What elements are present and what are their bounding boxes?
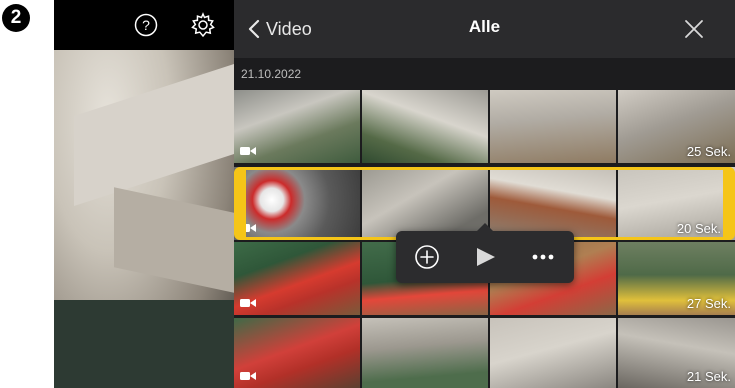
video-thumbnail[interactable] — [490, 90, 616, 163]
preview-panel: ? — [54, 0, 234, 388]
video-camera-icon — [240, 147, 256, 155]
video-thumbnail[interactable] — [362, 318, 488, 388]
video-browser: Video Alle 21.10.2022 25 Sek. 20 Sek. 27… — [234, 0, 735, 388]
video-thumbnail[interactable] — [234, 318, 360, 388]
video-duration: 27 Sek. — [686, 296, 731, 311]
add-circle-icon[interactable] — [414, 244, 440, 270]
preview-toolbar: ? — [54, 0, 234, 50]
video-thumbnail[interactable] — [362, 90, 488, 163]
video-thumbnail-selected[interactable]: 20 Sek. — [618, 167, 735, 240]
video-camera-icon — [240, 224, 256, 232]
date-section-header: 21.10.2022 — [234, 58, 735, 90]
video-thumbnail[interactable]: 27 Sek. — [618, 242, 735, 315]
svg-text:?: ? — [142, 17, 150, 33]
video-thumbnail[interactable] — [490, 318, 616, 388]
video-camera-icon — [240, 372, 256, 380]
gear-icon[interactable] — [190, 12, 216, 38]
clip-action-bar — [396, 223, 574, 283]
video-thumbnail-selected[interactable] — [234, 167, 360, 240]
close-icon[interactable] — [683, 18, 705, 40]
video-duration: 21 Sek. — [686, 369, 731, 384]
help-circle-icon[interactable]: ? — [134, 13, 158, 37]
video-camera-icon — [240, 299, 256, 307]
nav-bar: Video Alle — [234, 0, 735, 58]
date-label: 21.10.2022 — [241, 67, 302, 81]
video-duration: 25 Sek. — [686, 144, 731, 159]
play-icon[interactable] — [472, 244, 498, 270]
video-preview — [54, 50, 234, 388]
video-thumbnail[interactable]: 25 Sek. — [618, 90, 735, 163]
more-icon[interactable] — [530, 244, 556, 270]
video-duration: 20 Sek. — [676, 221, 721, 236]
video-thumbnail[interactable] — [234, 242, 360, 315]
video-thumbnail[interactable]: 21 Sek. — [618, 318, 735, 388]
page-title: Alle — [468, 17, 501, 36]
video-thumbnail[interactable] — [234, 90, 360, 163]
action-bar-pointer — [476, 223, 494, 232]
step-badge: 2 — [2, 4, 30, 32]
video-thumbnail-selected[interactable] — [490, 167, 616, 240]
video-thumbnail-selected[interactable] — [362, 167, 488, 240]
